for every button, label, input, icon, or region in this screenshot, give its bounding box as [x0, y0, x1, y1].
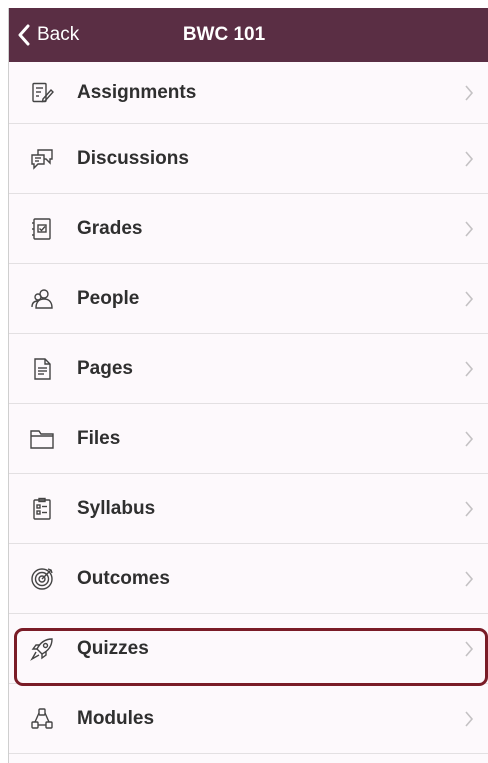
chevron-right-icon: [465, 710, 474, 727]
course-title: BWC 101: [182, 24, 266, 45]
menu-item-label: Outcomes: [77, 567, 170, 589]
menu-item-label: Pages: [77, 357, 133, 379]
menu-item-pages[interactable]: Pages: [9, 334, 488, 404]
menu-item-label: Modules: [77, 707, 155, 729]
chevron-right-icon: [465, 570, 474, 587]
grades-icon: [29, 216, 55, 242]
menu-item-outcomes[interactable]: Outcomes: [9, 544, 488, 614]
rocket-icon: [29, 636, 55, 662]
menu-item-assignments[interactable]: Assignments: [9, 62, 488, 124]
menu-item-label: Assignments: [77, 81, 197, 103]
people-icon: [29, 286, 55, 312]
menu-item-people[interactable]: People: [9, 264, 488, 334]
assignments-icon: [29, 80, 55, 106]
outcomes-icon: [29, 566, 55, 592]
chevron-right-icon: [465, 290, 474, 307]
menu-item-label: Syllabus: [77, 497, 156, 519]
chevron-right-icon: [465, 360, 474, 377]
menu-item-label: Grades: [77, 217, 143, 239]
menu-item-files[interactable]: Files: [9, 404, 488, 474]
discussions-icon: [29, 146, 55, 172]
folder-icon: [29, 426, 55, 452]
course-menu-list: Assignments Discussions Grades People Pa…: [9, 62, 488, 754]
chevron-right-icon: [465, 430, 474, 447]
menu-item-label: Quizzes: [77, 637, 149, 659]
navigation-bar: Back BWC 101: [9, 8, 488, 62]
menu-item-syllabus[interactable]: Syllabus: [9, 474, 488, 544]
syllabus-icon: [29, 496, 55, 522]
chevron-right-icon: [465, 500, 474, 517]
menu-item-modules[interactable]: Modules: [9, 684, 488, 754]
chevron-right-icon: [465, 84, 474, 101]
app-frame: Back BWC 101 Assignments Discussions Gra…: [8, 8, 488, 763]
menu-item-label: People: [77, 287, 140, 309]
menu-item-discussions[interactable]: Discussions: [9, 124, 488, 194]
menu-item-label: Files: [77, 427, 121, 449]
menu-item-quizzes[interactable]: Quizzes: [9, 614, 488, 684]
pages-icon: [29, 356, 55, 382]
chevron-right-icon: [465, 640, 474, 657]
chevron-right-icon: [465, 150, 474, 167]
menu-item-label: Discussions: [77, 147, 189, 169]
chevron-right-icon: [465, 220, 474, 237]
modules-icon: [29, 706, 55, 732]
menu-item-grades[interactable]: Grades: [9, 194, 488, 264]
